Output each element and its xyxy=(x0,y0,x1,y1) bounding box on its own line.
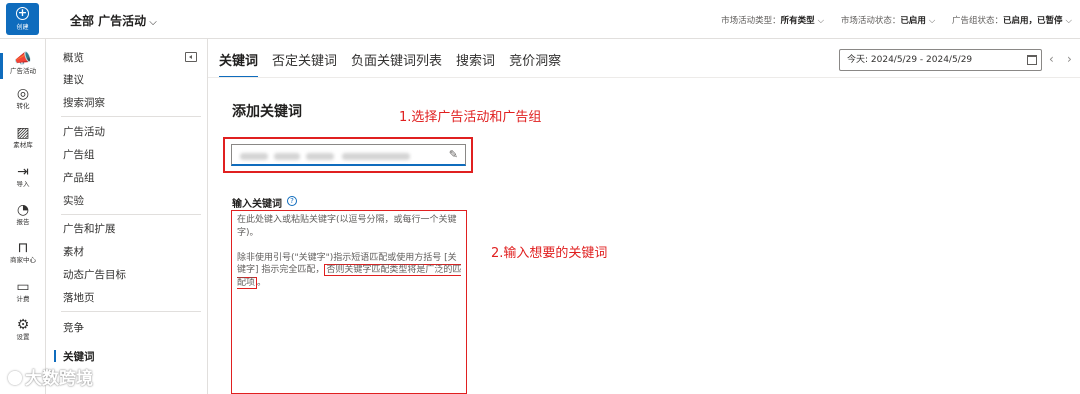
nav-item-overview[interactable]: 概览 xyxy=(63,50,84,65)
redacted-text xyxy=(306,153,334,160)
nav-item-keywords[interactable]: 关键词 xyxy=(63,349,95,364)
plus-icon: + xyxy=(16,6,29,20)
target-icon: ◎ xyxy=(16,86,30,102)
rail-item-merchant[interactable]: ⊓ 商家中心 xyxy=(0,240,46,265)
filter-label: 市场活动状态： xyxy=(840,16,901,26)
chevron-down-icon: ⌵ xyxy=(817,16,825,26)
tab-auction-insights[interactable]: 竞价洞察 xyxy=(509,50,561,76)
chevron-right-icon[interactable]: › xyxy=(1067,52,1072,66)
placeholder-paragraph-1: 在此处键入或粘贴关键字(以逗号分隔，或每行一个关键字)。 xyxy=(237,215,457,238)
nav-item-competition[interactable]: 竞争 xyxy=(63,320,84,335)
date-range-value: 今天: 2024/5/29 - 2024/5/29 xyxy=(847,55,973,65)
chevron-down-icon: ⌵ xyxy=(1065,16,1072,26)
filter-bar: 市场活动类型：所有类型 ⌵ 市场活动状态：已启用 ⌵ 广告组状态：已启用，已暂停 ⌵ xyxy=(707,14,1072,26)
tab-negative-keywords[interactable]: 否定关键词 xyxy=(272,50,337,76)
create-button[interactable]: + 创建 xyxy=(6,3,39,35)
gear-icon: ⚙ xyxy=(16,317,30,333)
campaign-adgroup-selector[interactable]: ✎ xyxy=(231,144,466,166)
secondary-nav: 概览 建议 搜索洞察 广告活动 广告组 产品组 实验 广告和扩展 素材 动态广告… xyxy=(47,39,208,394)
redacted-text xyxy=(342,153,410,160)
help-icon[interactable]: ? xyxy=(287,196,297,206)
rail-item-campaigns[interactable]: 📣 广告活动 xyxy=(0,51,46,79)
filter-campaign-status[interactable]: 市场活动状态：已启用 ⌵ xyxy=(841,16,935,26)
date-range-picker[interactable]: 今天: 2024/5/29 - 2024/5/29 xyxy=(839,49,1042,71)
campaign-selector-label: 全部 广告活动 xyxy=(70,14,147,28)
filter-value: 已启用 xyxy=(900,16,926,26)
divider xyxy=(61,116,201,117)
divider xyxy=(61,311,201,312)
billing-icon: ▭ xyxy=(16,279,30,295)
filter-campaign-type[interactable]: 市场活动类型：所有类型 ⌵ xyxy=(721,16,824,26)
chevron-left-icon[interactable]: ‹ xyxy=(1049,52,1054,66)
divider xyxy=(61,214,201,215)
tab-bar: 关键词 否定关键词 负面关键词列表 搜索词 竞价洞察 xyxy=(219,50,575,78)
megaphone-icon: 📣 xyxy=(14,51,32,67)
active-indicator xyxy=(0,53,3,79)
calendar-icon xyxy=(1027,55,1037,65)
watermark-logo-icon xyxy=(8,371,22,385)
chevron-down-icon: ⌵ xyxy=(928,16,936,26)
section-title: 添加关键词 xyxy=(232,104,302,120)
chart-pie-icon: ◔ xyxy=(16,202,30,218)
filter-label: 市场活动类型： xyxy=(721,16,781,26)
rail-item-import[interactable]: ⇥ 导入 xyxy=(0,164,46,189)
collapse-nav-icon[interactable] xyxy=(185,52,197,62)
rail-label: 设置 xyxy=(16,333,30,341)
rail-label: 商家中心 xyxy=(10,256,36,264)
active-indicator xyxy=(54,350,56,362)
nav-item-dynamic-ad-targets[interactable]: 动态广告目标 xyxy=(63,267,126,282)
nav-item-ads-extensions[interactable]: 广告和扩展 xyxy=(63,221,116,236)
chevron-down-icon: ⌵ xyxy=(149,17,157,28)
image-edit-icon: ▨ xyxy=(16,125,30,141)
rail-item-billing[interactable]: ▭ 计费 xyxy=(0,279,46,304)
nav-item-experiments[interactable]: 实验 xyxy=(63,193,84,208)
rail-label: 计费 xyxy=(16,295,30,303)
redacted-text xyxy=(240,153,268,160)
campaign-selector[interactable]: 全部 广告活动 ⌵ xyxy=(70,12,157,29)
filter-adgroup-status[interactable]: 广告组状态：已启用，已暂停 ⌵ xyxy=(952,16,1072,26)
rail-label: 报告 xyxy=(16,218,30,226)
left-rail: 📣 广告活动 ◎ 转化 ▨ 素材库 ⇥ 导入 ◔ 报告 ⊓ 商家中心 ▭ 计费 … xyxy=(0,39,46,394)
redacted-text xyxy=(274,153,300,160)
import-icon: ⇥ xyxy=(17,164,29,180)
tab-search-terms[interactable]: 搜索词 xyxy=(456,50,495,76)
shopping-bag-icon: ⊓ xyxy=(17,240,29,256)
rail-label: 广告活动 xyxy=(10,67,36,75)
placeholder-text: 。 xyxy=(257,277,267,288)
rail-item-conversions[interactable]: ◎ 转化 xyxy=(0,86,46,111)
nav-item-search-insights[interactable]: 搜索洞察 xyxy=(63,95,105,110)
rail-label: 素材库 xyxy=(13,141,33,149)
nav-item-landing-pages[interactable]: 落地页 xyxy=(63,290,95,305)
watermark: 大数跨境 xyxy=(8,364,93,389)
pencil-icon[interactable]: ✎ xyxy=(449,148,458,161)
rail-label: 导入 xyxy=(16,180,30,188)
rail-item-assets[interactable]: ▨ 素材库 xyxy=(0,125,46,150)
annotation-step-2: 2.输入想要的关键词 xyxy=(491,246,608,261)
rail-label: 转化 xyxy=(16,102,30,110)
placeholder-paragraph-2: 除非使用引号("关键字")指示短语匹配或使用方括号 [关键字] 指示完全匹配，否… xyxy=(237,252,465,290)
rail-item-reports[interactable]: ◔ 报告 xyxy=(0,202,46,227)
annotation-step-1: 1.选择广告活动和广告组 xyxy=(399,110,542,125)
tab-negative-keyword-lists[interactable]: 负面关键词列表 xyxy=(351,50,442,76)
tab-keywords[interactable]: 关键词 xyxy=(219,50,259,78)
nav-item-ad-groups[interactable]: 广告组 xyxy=(63,147,95,162)
create-label: 创建 xyxy=(16,24,29,31)
filter-label: 广告组状态： xyxy=(952,16,1004,26)
nav-item-assets[interactable]: 素材 xyxy=(63,244,84,259)
keyword-placeholder: 在此处键入或粘贴关键字(以逗号分隔，或每行一个关键字)。 除非使用引号("关键字… xyxy=(237,214,465,302)
nav-item-product-groups[interactable]: 产品组 xyxy=(63,170,95,185)
nav-item-campaigns[interactable]: 广告活动 xyxy=(63,124,105,139)
filter-value: 已启用，已暂停 xyxy=(1003,16,1063,26)
nav-item-recommendations[interactable]: 建议 xyxy=(63,72,84,87)
divider xyxy=(208,77,1080,78)
keyword-input-label: 输入关键词 xyxy=(232,199,282,210)
filter-value: 所有类型 xyxy=(780,16,815,26)
watermark-text: 大数跨境 xyxy=(25,369,93,389)
rail-item-settings[interactable]: ⚙ 设置 xyxy=(0,317,46,342)
top-bar: + 创建 全部 广告活动 ⌵ 市场活动类型：所有类型 ⌵ 市场活动状态：已启用 ⌵ 广… xyxy=(0,0,1080,39)
